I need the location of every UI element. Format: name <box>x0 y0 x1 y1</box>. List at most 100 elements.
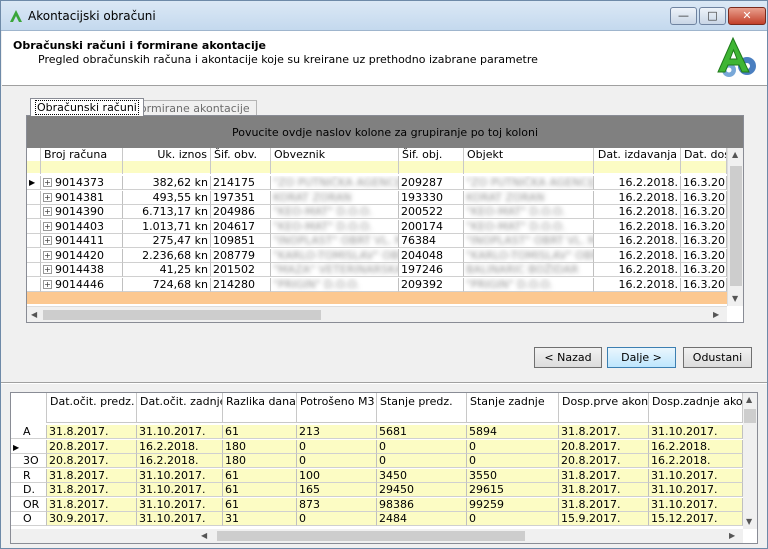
table-cell[interactable]: "MAZA" VETERINARSKA <box>271 263 399 277</box>
expand-icon[interactable]: + <box>43 250 52 260</box>
table-cell[interactable]: 31.10.2017. <box>649 497 743 512</box>
column-header-uk-iznos[interactable]: Uk. iznos <box>123 148 211 174</box>
table-cell[interactable]: 0 <box>297 454 377 468</box>
table-row[interactable]: +9014390 6.713,17 kn 204986 "KEO-MAT" D.O.O… <box>27 205 727 220</box>
table-row[interactable]: OR 31.8.2017. 31.10.2017. 61 873 98386 99259 31… <box>11 497 743 513</box>
row-indicator[interactable] <box>27 277 41 292</box>
table-cell[interactable]: 180 <box>223 454 297 468</box>
column-header[interactable]: Dosp.prve akont. <box>559 393 649 423</box>
scrollbar-thumb[interactable] <box>730 166 742 286</box>
table-cell[interactable]: 16.2.2018. <box>594 248 681 263</box>
table-cell[interactable]: 31.8.2017. <box>47 468 137 483</box>
table-cell[interactable]: 165 <box>297 483 377 497</box>
table-cell[interactable]: +9014403 <box>41 219 123 234</box>
row-prefix-cell[interactable]: A <box>11 425 47 439</box>
column-header[interactable]: Stanje zadnje <box>467 393 559 423</box>
table-cell[interactable]: 15.12.2017. <box>649 512 743 526</box>
filter-cell[interactable] <box>41 161 122 173</box>
table-cell[interactable]: 2.236,68 kn <box>123 248 211 263</box>
table-cell[interactable]: 200522 <box>399 205 464 219</box>
table-row[interactable]: ▶ +9014373 382,62 kn 214175 "ZO PUTNIČKA AGE… <box>27 176 727 191</box>
table-cell[interactable]: 76384 <box>399 234 464 248</box>
column-header[interactable]: Dat.očit. zadnje <box>137 393 223 423</box>
table-cell[interactable]: 16.3.20 <box>681 176 727 190</box>
table-cell[interactable]: 16.3.20 <box>681 234 727 248</box>
column-header[interactable]: Potrošeno M3 <box>297 393 377 423</box>
column-header-sif-obv[interactable]: Šif. obv. <box>211 148 271 174</box>
scrollbar-thumb[interactable] <box>43 310 321 320</box>
scroll-down-icon[interactable]: ▼ <box>732 294 738 303</box>
filter-cell[interactable] <box>594 161 680 173</box>
table-cell[interactable]: 209392 <box>399 277 464 292</box>
table-cell[interactable]: 197246 <box>399 263 464 277</box>
table-cell[interactable]: 275,47 kn <box>123 234 211 248</box>
table-row[interactable]: +9014446 724,68 kn 214280 "PRIGIN" D.O.O. 20… <box>27 277 727 293</box>
table-cell[interactable]: 214280 <box>211 277 271 292</box>
expand-icon[interactable]: + <box>43 221 52 231</box>
table-cell[interactable]: 31.8.2017. <box>559 483 649 497</box>
table-cell[interactable]: 16.2.2018. <box>137 454 223 468</box>
table-cell[interactable]: 5894 <box>467 425 559 439</box>
table-cell[interactable]: 31.10.2017. <box>649 425 743 439</box>
table-row[interactable]: D. 31.8.2017. 31.10.2017. 61 165 29450 29615 31… <box>11 483 743 498</box>
back-button[interactable]: < Nazad <box>534 347 602 368</box>
row-prefix-cell[interactable]: R <box>11 468 47 483</box>
table-cell[interactable]: 0 <box>467 439 559 454</box>
scroll-right-icon[interactable]: ▶ <box>713 310 719 319</box>
table-cell[interactable]: 31.8.2017. <box>47 483 137 497</box>
group-by-panel[interactable]: Povucite ovdje naslov kolone za grupiran… <box>27 116 743 148</box>
column-header[interactable]: Dosp.zadnje akont. <box>649 393 743 423</box>
table-cell[interactable]: 16.3.20 <box>681 190 727 205</box>
table-cell[interactable]: 3550 <box>467 468 559 483</box>
table-cell[interactable]: 41,25 kn <box>123 263 211 277</box>
table-cell[interactable]: 100 <box>297 468 377 483</box>
table-cell[interactable]: 20.8.2017. <box>47 439 137 454</box>
close-button[interactable]: ✕ <box>728 7 766 25</box>
table-cell[interactable]: 61 <box>223 483 297 497</box>
table-cell[interactable]: KORAT ZORAN <box>271 190 399 205</box>
table-cell[interactable]: 31.10.2017. <box>137 512 223 526</box>
column-header-sif-obj[interactable]: Šif. obj. <box>399 148 464 174</box>
expand-icon[interactable]: + <box>43 236 52 245</box>
table-cell[interactable]: 16.2.2018. <box>594 176 681 190</box>
column-header-dat-dosp[interactable]: Dat. dosp <box>681 148 727 174</box>
expand-icon[interactable]: + <box>43 178 52 187</box>
column-header-broj-racuna[interactable]: Broj računa <box>41 148 123 174</box>
table-cell[interactable]: 16.2.2018. <box>594 263 681 277</box>
scrollbar-thumb[interactable] <box>744 409 756 423</box>
column-header[interactable]: Razlika dana <box>223 393 297 423</box>
table-row[interactable]: O 30.9.2017. 31.10.2017. 31 0 2484 0 15.9.2017.… <box>11 512 743 527</box>
table-cell[interactable]: 31.10.2017. <box>137 483 223 497</box>
tab-formirane-akontacije[interactable]: Formirane akontacije <box>127 100 257 116</box>
scroll-down-icon[interactable]: ▼ <box>746 517 752 526</box>
vertical-scrollbar[interactable]: ▲ ▼ <box>727 148 743 306</box>
expand-icon[interactable]: + <box>43 265 52 274</box>
table-cell[interactable]: "ZO PUTNIČKA AGENCIJ <box>464 176 594 190</box>
table-cell[interactable]: 30.9.2017. <box>47 512 137 526</box>
scrollbar-thumb[interactable] <box>217 531 525 541</box>
row-indicator[interactable] <box>27 263 41 277</box>
table-cell[interactable]: 98386 <box>377 497 467 512</box>
row-indicator[interactable] <box>27 248 41 263</box>
filter-cell[interactable] <box>123 161 210 173</box>
table-row[interactable]: A 31.8.2017. 31.10.2017. 61 213 5681 5894 31.8.… <box>11 425 743 440</box>
filter-cell[interactable] <box>681 161 726 173</box>
table-row[interactable]: +9014403 1.013,71 kn 204617 "KEO-MAT" D.O.O… <box>27 219 727 235</box>
scroll-up-icon[interactable]: ▲ <box>746 395 752 404</box>
filter-cell[interactable] <box>399 161 463 173</box>
table-cell[interactable]: 16.2.2018. <box>137 439 223 454</box>
table-cell[interactable]: 61 <box>223 497 297 512</box>
table-cell[interactable]: 16.3.20 <box>681 277 727 292</box>
table-cell[interactable]: 16.3.20 <box>681 248 727 263</box>
expand-icon[interactable]: + <box>43 207 52 216</box>
scroll-up-icon[interactable]: ▲ <box>732 150 738 159</box>
table-cell[interactable]: "INOPLAST" OBRT VL. M <box>271 234 399 248</box>
scroll-left-icon[interactable]: ◀ <box>31 310 37 319</box>
table-cell[interactable]: 31.8.2017. <box>47 497 137 512</box>
table-cell[interactable]: 16.2.2018. <box>594 219 681 234</box>
table-cell[interactable]: 200174 <box>399 219 464 234</box>
filter-cell[interactable] <box>464 161 593 173</box>
table-cell[interactable]: 204048 <box>399 248 464 263</box>
table-cell[interactable]: 209287 <box>399 176 464 190</box>
table-cell[interactable]: 31.8.2017. <box>559 425 649 439</box>
